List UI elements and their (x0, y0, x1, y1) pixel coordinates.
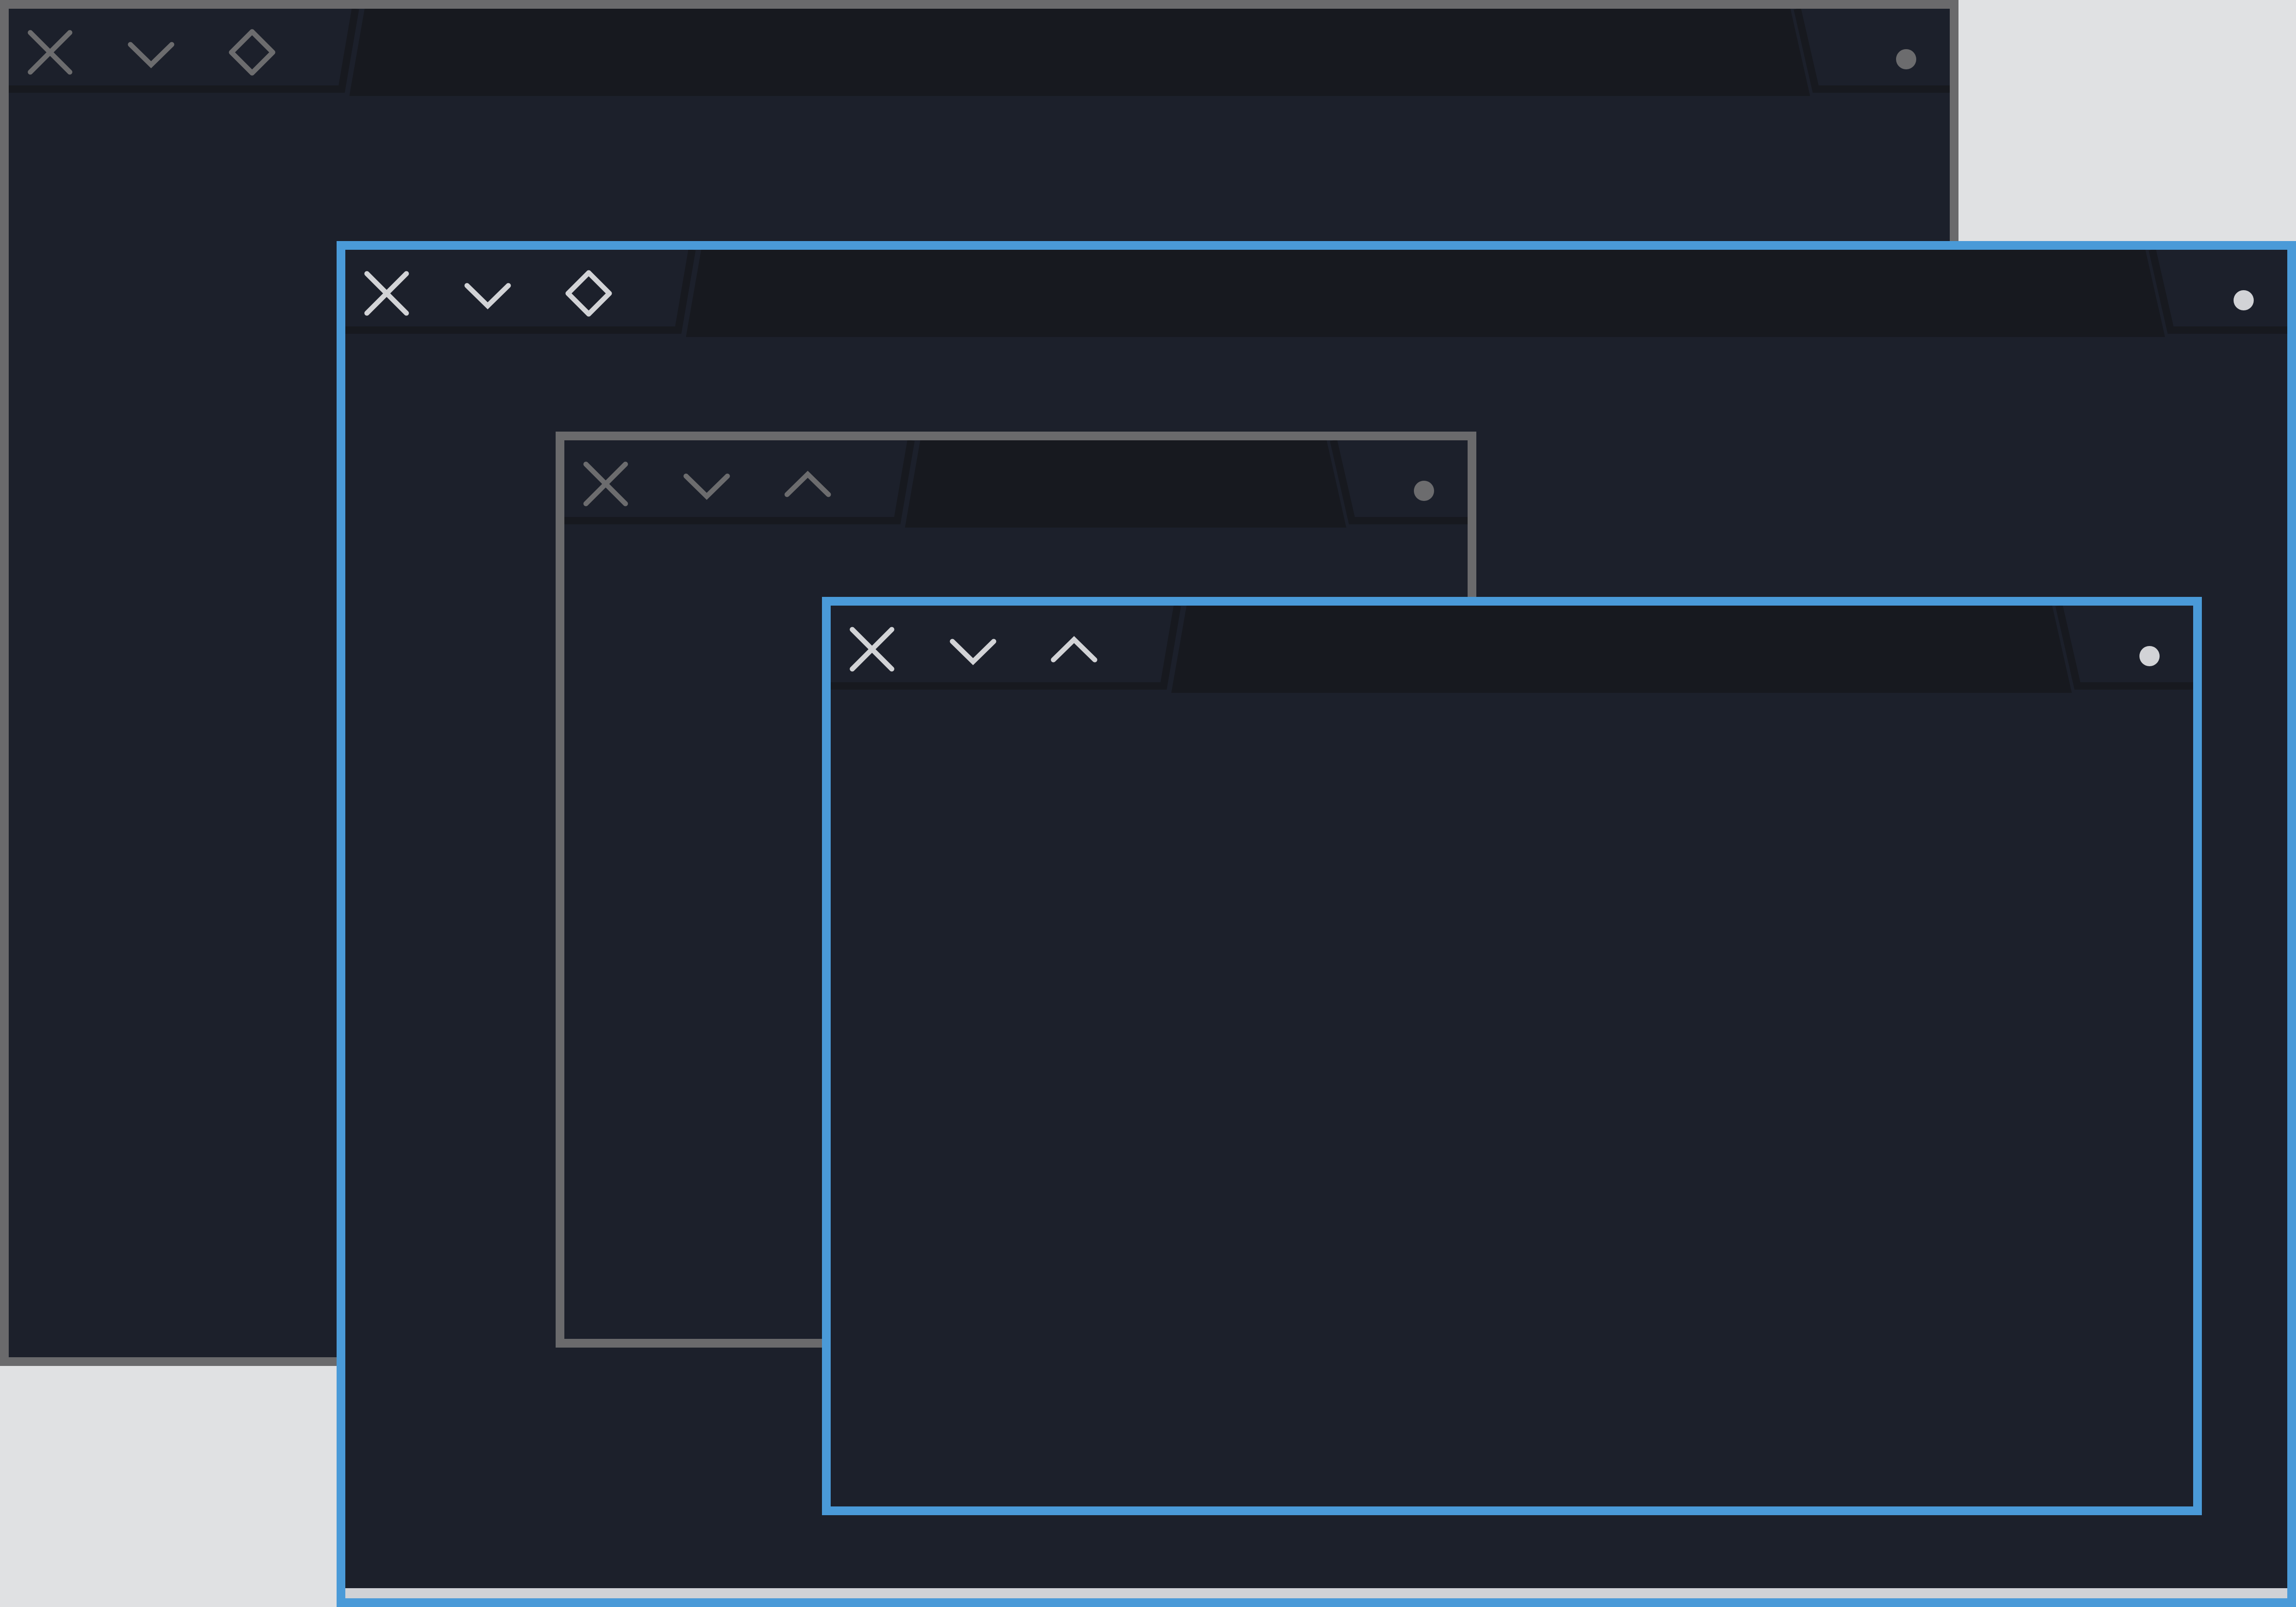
chevron-down-icon[interactable] (462, 268, 513, 319)
window-content (831, 693, 2193, 1506)
chevron-up-icon[interactable] (782, 459, 833, 509)
close-icon[interactable] (25, 27, 75, 78)
titlebar[interactable] (345, 250, 2287, 337)
close-icon[interactable] (847, 624, 897, 674)
menu-dot-icon[interactable] (1885, 27, 1927, 78)
window-title (1189, 624, 2037, 674)
titlebar[interactable] (831, 606, 2193, 693)
window-title (703, 268, 2113, 319)
chevron-down-icon[interactable] (948, 624, 998, 674)
close-icon[interactable] (361, 268, 412, 319)
diamond-icon[interactable] (227, 27, 277, 78)
chevron-down-icon[interactable] (681, 459, 732, 509)
menu-dot-icon[interactable] (1403, 459, 1445, 509)
titlebar[interactable] (564, 440, 1468, 528)
close-icon[interactable] (580, 459, 631, 509)
front-window[interactable] (822, 597, 2202, 1515)
menu-dot-icon[interactable] (2129, 624, 2170, 674)
diamond-icon[interactable] (563, 268, 614, 319)
window-title (367, 27, 1775, 78)
titlebar[interactable] (9, 9, 1950, 96)
window-title (923, 459, 1311, 509)
chevron-up-icon[interactable] (1049, 624, 1099, 674)
menu-dot-icon[interactable] (2223, 268, 2264, 319)
bottom-strip (345, 1588, 2287, 1598)
chevron-down-icon[interactable] (126, 27, 176, 78)
